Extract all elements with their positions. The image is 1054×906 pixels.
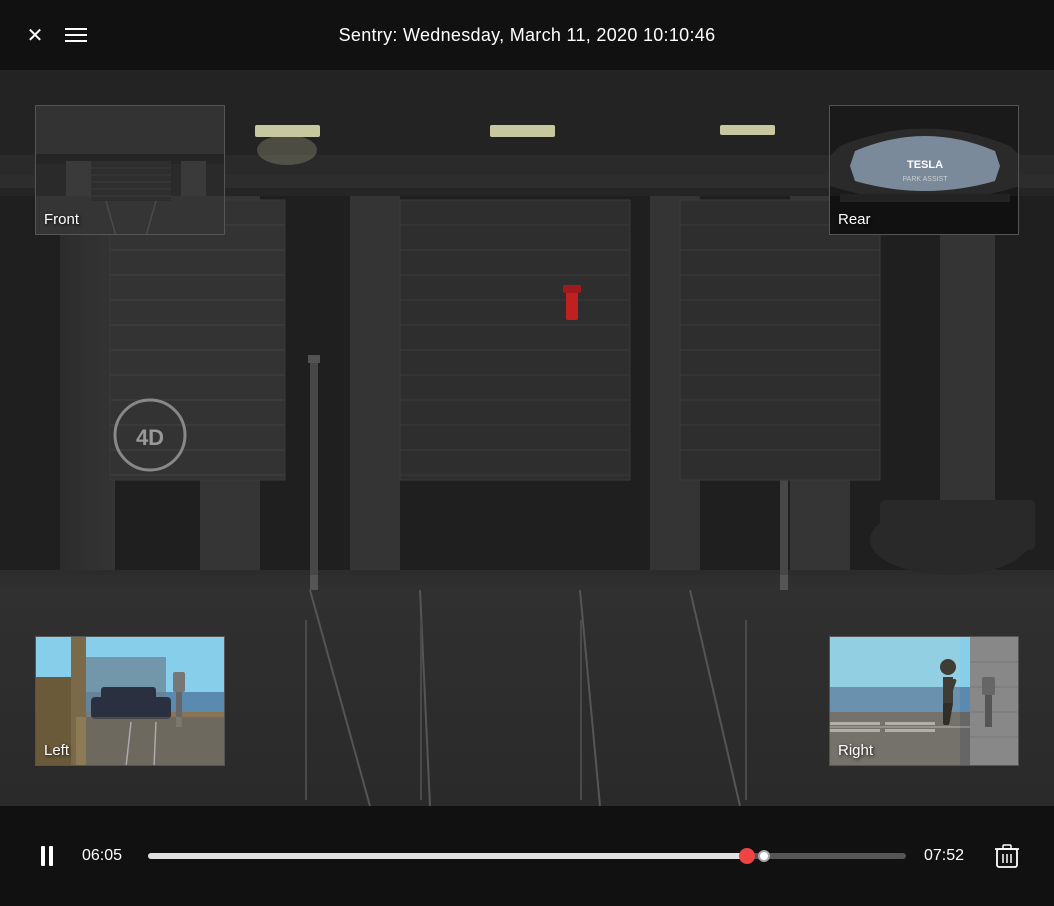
video-title: Sentry: Wednesday, March 11, 2020 10:10:… — [339, 25, 716, 46]
top-bar: ✕ Sentry: Wednesday, March 11, 2020 10:1… — [0, 0, 1054, 70]
total-time: 07:52 — [924, 847, 972, 865]
video-area: 4D — [0, 70, 1054, 806]
rear-camera-label: Rear — [838, 211, 871, 228]
right-camera-label: Right — [838, 742, 873, 759]
delete-button[interactable] — [990, 839, 1024, 873]
camera-left-thumb[interactable]: Left — [35, 636, 225, 766]
front-camera-label: Front — [44, 211, 79, 228]
svg-text:PARK ASSIST: PARK ASSIST — [903, 176, 949, 183]
trash-icon — [994, 842, 1020, 870]
close-button[interactable]: ✕ — [20, 20, 50, 50]
left-camera-label: Left — [44, 742, 69, 759]
controls-bar: 06:05 07:52 — [0, 806, 1054, 906]
camera-rear-thumb[interactable]: TESLA PARK ASSIST Rear — [829, 105, 1019, 235]
camera-front-thumb[interactable]: Front — [35, 105, 225, 235]
close-icon: ✕ — [27, 23, 44, 48]
pause-bar-right — [49, 846, 53, 866]
pause-icon — [41, 846, 53, 866]
progress-thumb-white[interactable] — [758, 850, 770, 862]
menu-button[interactable] — [65, 28, 87, 42]
progress-bar[interactable] — [148, 853, 906, 859]
current-time: 06:05 — [82, 847, 130, 865]
play-pause-button[interactable] — [30, 839, 64, 873]
svg-text:TESLA: TESLA — [907, 159, 943, 171]
camera-right-thumb[interactable]: Right — [829, 636, 1019, 766]
menu-line-3 — [65, 40, 87, 42]
progress-thumb-red[interactable] — [739, 848, 755, 864]
menu-line-2 — [65, 34, 87, 36]
progress-fill — [148, 853, 747, 859]
pause-bar-left — [41, 846, 45, 866]
menu-line-1 — [65, 28, 87, 30]
svg-text:4D: 4D — [136, 425, 164, 450]
